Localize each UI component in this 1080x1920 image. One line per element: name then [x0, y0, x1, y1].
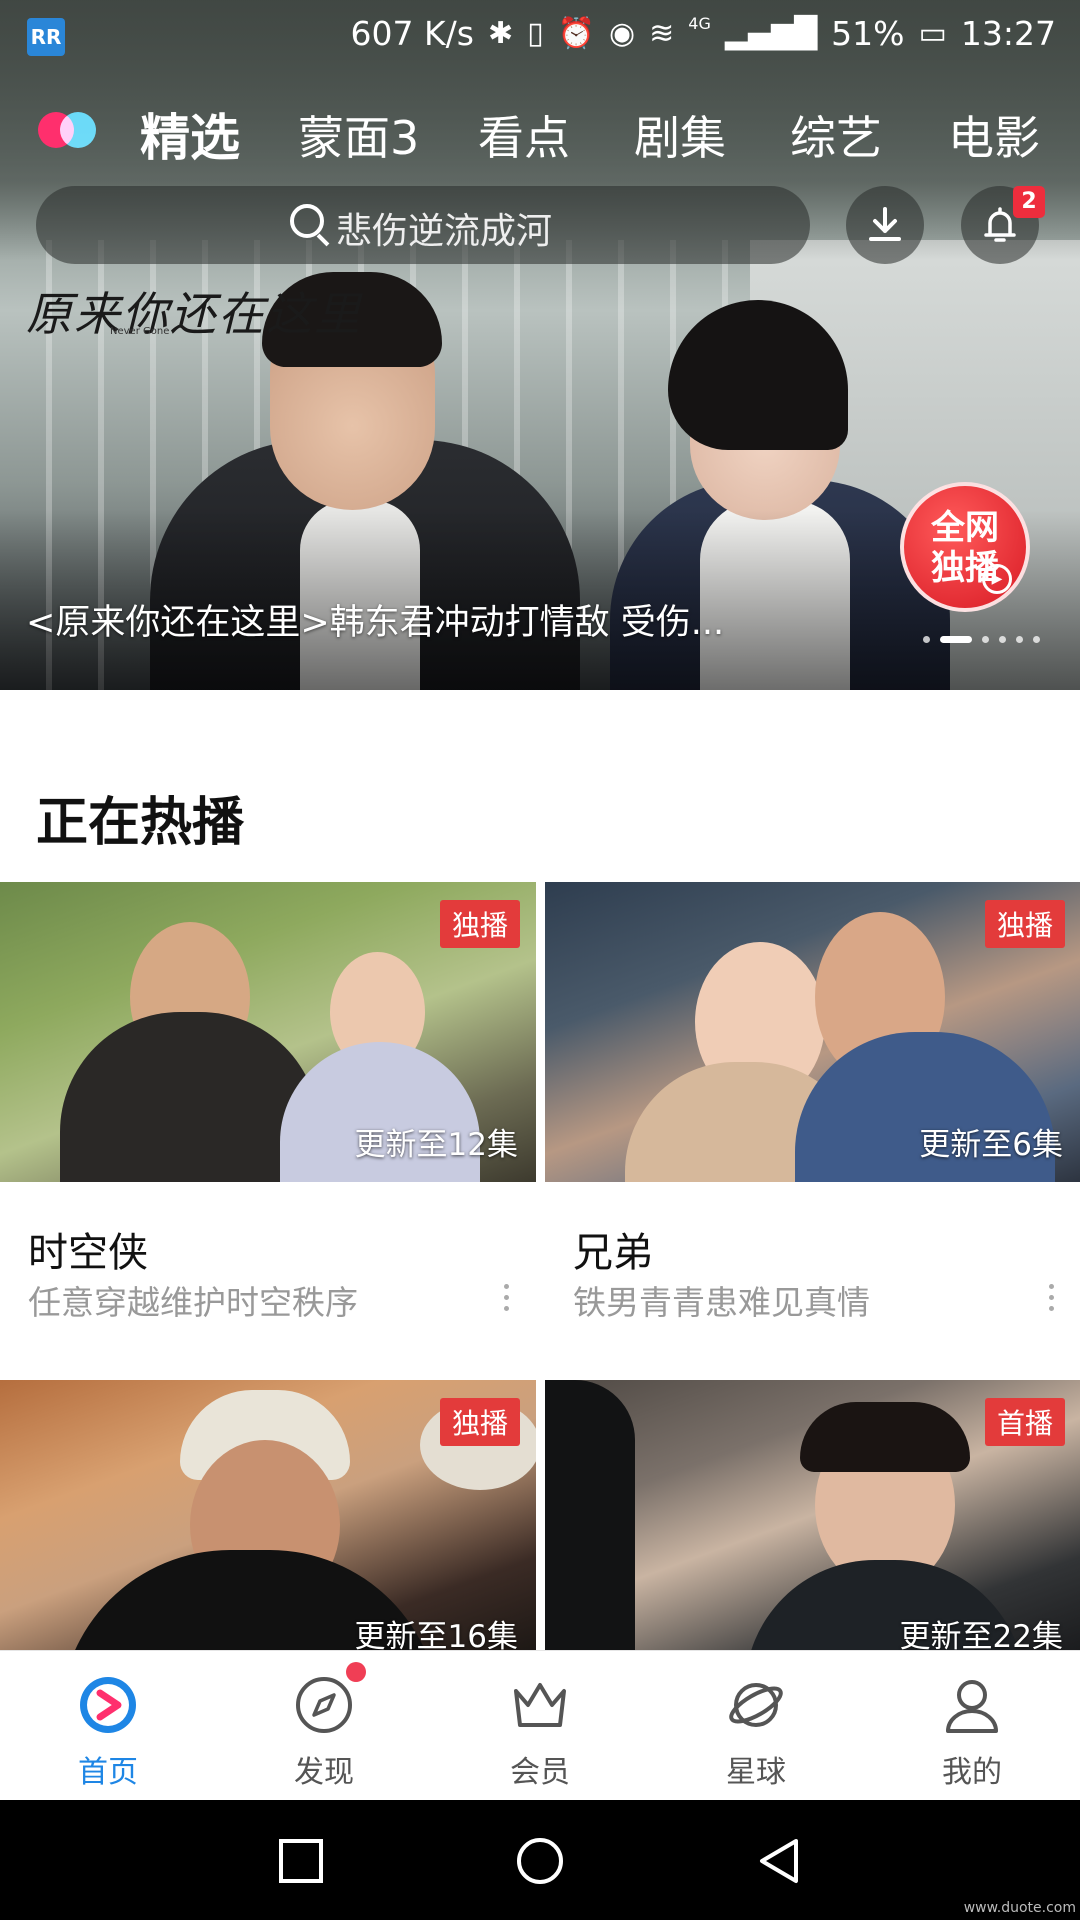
tab-planet[interactable]: 星球: [648, 1651, 864, 1801]
carousel-dot[interactable]: [982, 636, 989, 643]
tab-me[interactable]: 我的: [864, 1651, 1080, 1801]
premiere-tag: 首播: [984, 1398, 1065, 1446]
video-card-title[interactable]: 兄弟: [573, 1220, 653, 1278]
watermark: www.duote.com: [963, 1900, 1076, 1916]
more-options-icon[interactable]: [502, 1284, 510, 1314]
discover-new-dot: [346, 1662, 366, 1682]
exclusive-badge[interactable]: 全网独播 ▶: [900, 482, 1030, 612]
hero-show-logo: 原来你还在这里: [26, 287, 362, 341]
battery-percent: 51%: [831, 14, 905, 53]
tab-highlights[interactable]: 看点: [478, 102, 570, 168]
person-icon: [946, 1680, 998, 1733]
play-icon: ▶: [982, 564, 1012, 594]
tab-series[interactable]: 剧集: [634, 102, 726, 168]
video-card-description: 铁男青青患难见真情: [573, 1283, 870, 1322]
video-card-thumbnail[interactable]: 独播 更新至12集: [0, 882, 536, 1182]
recent-apps-icon[interactable]: [276, 1836, 326, 1886]
video-card-description: 任意穿越维护时空秩序: [28, 1283, 358, 1322]
notification-count-badge: 2: [1013, 186, 1045, 218]
video-card-thumbnail[interactable]: 首播 更新至22集: [545, 1380, 1080, 1650]
carousel-dot[interactable]: [923, 636, 930, 643]
episode-update-label: 更新至12集: [354, 1127, 518, 1163]
home-icon[interactable]: [515, 1836, 565, 1886]
video-card-thumbnail[interactable]: 独播 更新至6集: [545, 882, 1080, 1182]
app-screen: 原来你还在这里 Never Gone 全网独播 ▶ <原来你还在这里>韩东君冲动…: [0, 0, 1080, 1920]
hero-show-logo-subtitle: Never Gone: [110, 326, 170, 337]
app-notification-icon: RR: [27, 18, 65, 56]
tab-me-label: 我的: [942, 1755, 1002, 1790]
tab-discover[interactable]: 发现: [216, 1651, 432, 1801]
eye-comfort-icon: ◉: [608, 16, 636, 51]
bottom-tab-bar: 首页 发现 会员 星球 我的: [0, 1650, 1080, 1800]
tab-masked-singer-3[interactable]: 蒙面3: [298, 102, 419, 168]
alarm-icon: ⏰: [557, 16, 595, 51]
tab-planet-label: 星球: [726, 1755, 786, 1790]
clock: 13:27: [960, 14, 1056, 53]
network-type: 4G: [688, 14, 711, 33]
top-channel-nav: 精选 蒙面3 看点 剧集 综艺 电影: [0, 96, 1080, 168]
youku-home-icon: [80, 1677, 136, 1733]
crown-icon: [514, 1683, 566, 1727]
search-placeholder: 悲伤逆流成河: [336, 211, 553, 252]
tab-vip-label: 会员: [510, 1755, 570, 1790]
signal-icon: ▂▄▆█: [724, 16, 818, 51]
wifi-icon: ≋: [649, 16, 675, 51]
hero-caption[interactable]: <原来你还在这里>韩东君冲动打情敌 受伤...: [26, 594, 786, 645]
carousel-dot[interactable]: [1033, 636, 1040, 643]
system-navigation-bar: www.duote.com: [0, 1800, 1080, 1920]
tab-home-label: 首页: [78, 1755, 138, 1790]
exclusive-tag: 独播: [984, 900, 1065, 948]
battery-charging-icon: ▭: [918, 16, 947, 51]
youku-logo-icon[interactable]: [38, 112, 98, 148]
carousel-dot[interactable]: [999, 636, 1006, 643]
status-bar: RR 607 K/s ✱ ▯ ⏰ ◉ ≋ 4G ▂▄▆█ 51% ▭ 13:27: [0, 0, 1080, 72]
planet-icon: [729, 1683, 783, 1727]
exclusive-tag: 独播: [439, 900, 520, 948]
episode-update-label: 更新至6集: [919, 1127, 1063, 1163]
tab-home[interactable]: 首页: [0, 1651, 216, 1801]
back-icon[interactable]: [754, 1836, 804, 1886]
carousel-dot[interactable]: [940, 636, 972, 643]
search-icon: [290, 204, 324, 238]
video-card-thumbnail[interactable]: 独播 更新至16集: [0, 1380, 536, 1650]
tab-featured[interactable]: 精选: [140, 98, 240, 170]
download-icon: [869, 207, 901, 241]
tab-movies[interactable]: 电影: [948, 102, 1040, 168]
episode-update-label: 更新至16集: [354, 1619, 518, 1650]
tab-discover-label: 发现: [294, 1755, 354, 1790]
episode-update-label: 更新至22集: [899, 1619, 1063, 1650]
vibrate-icon: ▯: [527, 16, 544, 51]
tab-variety[interactable]: 综艺: [790, 102, 882, 168]
tab-vip[interactable]: 会员: [432, 1651, 648, 1801]
bluetooth-icon: ✱: [487, 16, 514, 51]
carousel-indicator: [923, 636, 1040, 643]
carousel-dot[interactable]: [1016, 636, 1023, 643]
section-title-now-playing: 正在热播: [36, 793, 245, 853]
download-button[interactable]: [846, 186, 924, 264]
network-speed: 607 K/s: [350, 14, 474, 53]
more-options-icon[interactable]: [1047, 1284, 1055, 1314]
compass-icon: [296, 1677, 352, 1733]
video-card-title[interactable]: 时空侠: [28, 1220, 148, 1278]
status-bar-right: 607 K/s ✱ ▯ ⏰ ◉ ≋ 4G ▂▄▆█ 51% ▭ 13:27: [351, 14, 1056, 53]
search-input[interactable]: 悲伤逆流成河: [36, 186, 810, 264]
exclusive-tag: 独播: [439, 1398, 520, 1446]
